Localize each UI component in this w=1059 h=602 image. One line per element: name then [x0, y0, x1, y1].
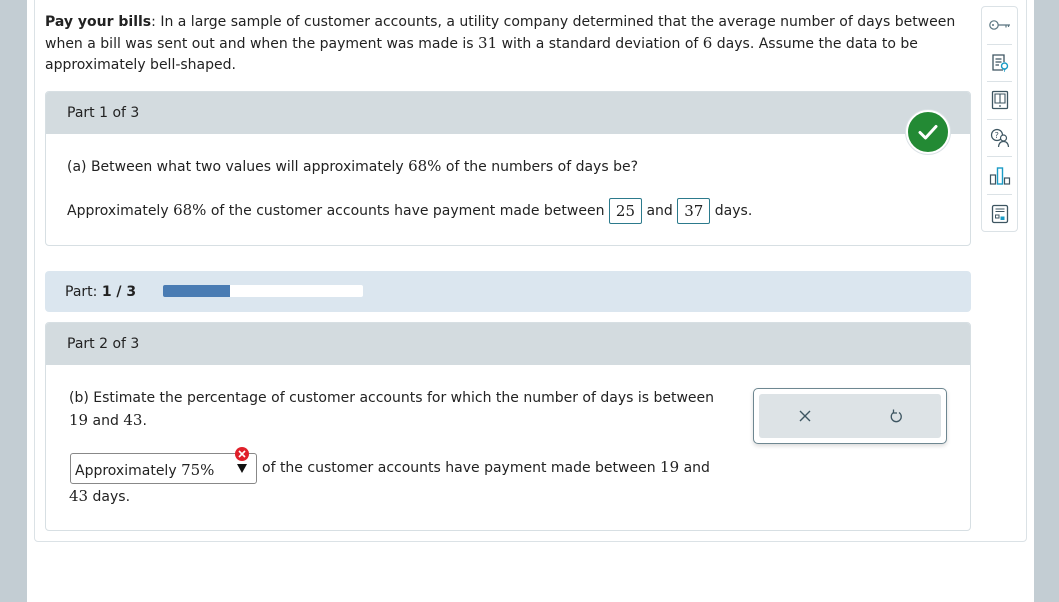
ask-tutor-button[interactable]: ?	[987, 120, 1012, 158]
period: .	[142, 413, 147, 429]
percent-value: 68%	[408, 157, 442, 175]
question-text: (b) Estimate the percentage of customer …	[69, 390, 715, 406]
progress-label: Part: 1 / 3	[65, 284, 136, 300]
problem-statement: Pay your bills: In a large sample of cus…	[45, 12, 965, 76]
mean-value: 31	[478, 34, 498, 52]
part-1-card: Part 1 of 3 (a) Between what two values …	[45, 91, 971, 246]
x-mark-icon	[238, 450, 246, 458]
percentage-select[interactable]: Approximately 75%	[70, 447, 257, 484]
part-1-header: Part 1 of 3	[46, 92, 970, 134]
sd-value: 6	[702, 34, 713, 52]
and-text: and	[679, 460, 710, 476]
ask-tutor-icon: ?	[990, 128, 1009, 148]
lower-value: 19	[69, 411, 89, 429]
days-text: days.	[714, 203, 753, 219]
problem-text: with a standard deviation of	[497, 36, 703, 52]
answer-text: of the customer accounts have payment ma…	[206, 203, 609, 219]
answer-actions	[753, 388, 947, 444]
page: Pay your bills: In a large sample of cus…	[27, 0, 1034, 602]
upper-bound-input[interactable]: 37	[677, 198, 711, 224]
clear-button[interactable]	[790, 401, 820, 431]
hint-icon	[991, 54, 1008, 72]
correct-badge	[906, 110, 950, 154]
close-icon	[799, 410, 810, 422]
select-value: 75%	[181, 461, 215, 479]
statistics-icon	[989, 166, 1010, 185]
days-text: days.	[88, 489, 131, 505]
undo-icon	[890, 409, 902, 423]
part-2-header: Part 2 of 3	[46, 323, 970, 365]
svg-text:?: ?	[994, 131, 998, 140]
part-2-question: (b) Estimate the percentage of customer …	[69, 387, 729, 432]
question-text: (a) Between what two values will approxi…	[67, 159, 409, 175]
progress-track	[163, 285, 363, 297]
checkmark-icon	[918, 125, 938, 140]
calculator-button[interactable]	[987, 195, 1012, 233]
and-text: and	[646, 203, 673, 219]
problem-title: Pay your bills	[45, 14, 152, 30]
lower-bound-input[interactable]: 25	[608, 198, 642, 224]
side-toolbar: ?	[981, 6, 1018, 232]
upper-value: 43	[123, 411, 143, 429]
part-2-card: Part 2 of 3 (b) Estimate the percentage …	[45, 322, 971, 531]
lower-value: 19	[660, 458, 680, 476]
part-2-answer-line2: 43 days.	[69, 485, 130, 508]
calculator-icon	[991, 204, 1008, 223]
ebook-icon	[991, 91, 1008, 110]
select-text: Approximately	[75, 463, 182, 479]
ebook-button[interactable]	[987, 82, 1012, 120]
progress-fill	[163, 285, 230, 297]
statistics-button[interactable]	[987, 157, 1012, 195]
question-text: of the numbers of days be?	[441, 159, 638, 175]
answer-text: Approximately	[67, 203, 174, 219]
part-progress: Part: 1 / 3	[45, 271, 971, 312]
part-1-answer: Approximately 68% of the customer accoun…	[67, 198, 752, 224]
hint-button[interactable]	[987, 45, 1012, 83]
dropdown-arrow-icon	[237, 464, 247, 473]
part-2-answer-text: of the customer accounts have payment ma…	[262, 456, 710, 479]
upper-value: 43	[69, 487, 89, 505]
incorrect-badge	[235, 447, 249, 461]
progress-count: 1 / 3	[101, 284, 137, 300]
percent-value: 68%	[173, 201, 207, 219]
undo-button[interactable]	[881, 401, 911, 431]
part-1-question: (a) Between what two values will approxi…	[67, 155, 638, 178]
answer-key-button[interactable]	[987, 7, 1012, 45]
and-text: and	[88, 413, 124, 429]
answer-text: of the customer accounts have payment ma…	[262, 460, 661, 476]
progress-label-text: Part:	[65, 284, 98, 300]
key-icon	[988, 20, 1010, 31]
